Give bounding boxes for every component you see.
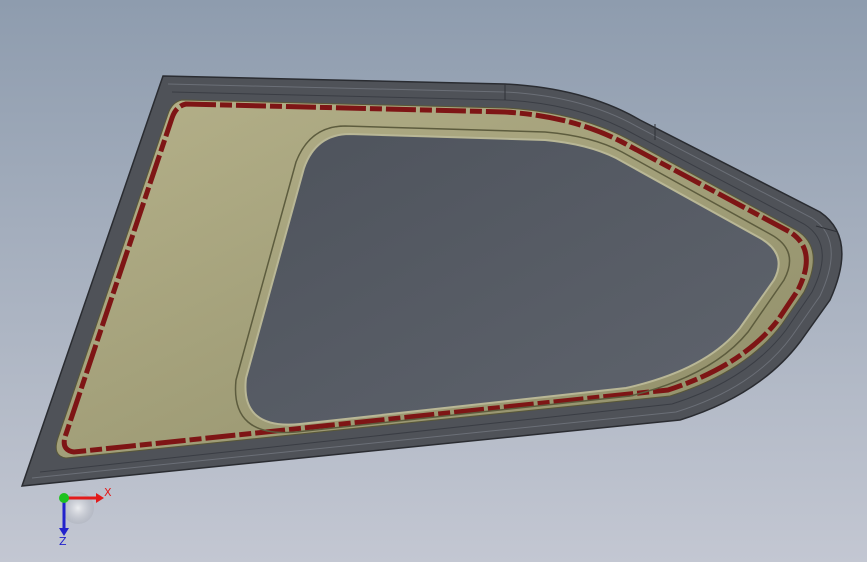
- cad-viewport[interactable]: X Z: [0, 0, 867, 562]
- viewport-canvas[interactable]: X Z: [0, 0, 867, 562]
- z-axis-label: Z: [59, 535, 67, 548]
- x-axis-label: X: [104, 486, 112, 499]
- y-axis-dot: [59, 493, 69, 503]
